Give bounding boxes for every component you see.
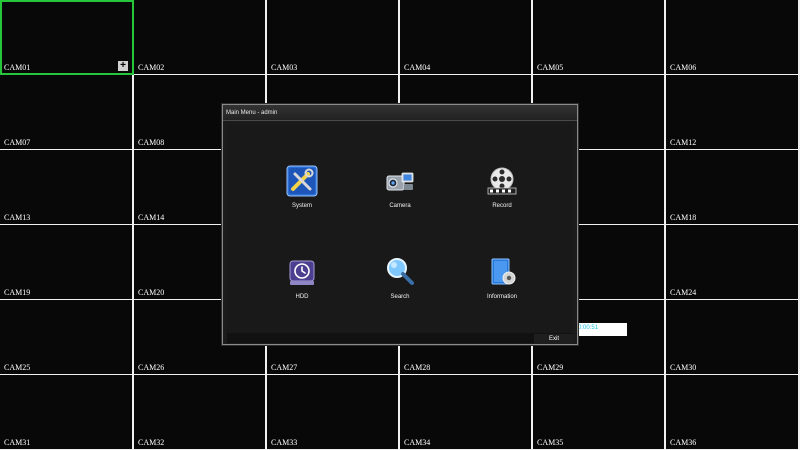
- camera-tile-label: CAM04: [404, 63, 431, 72]
- camera-tile[interactable]: CAM33: [267, 375, 400, 450]
- menu-item-hdd-label: HDD: [295, 294, 309, 300]
- camera-tile-label: CAM24: [670, 288, 697, 297]
- camera-tile[interactable]: CAM06: [666, 0, 800, 75]
- camera-tile-label: CAM03: [271, 63, 298, 72]
- camera-tile[interactable]: CAM12: [666, 75, 800, 150]
- main-menu-dialog: Main Menu - admin System Camera Record H…: [222, 104, 578, 345]
- osd-overlay-text: 0:00:51: [578, 325, 599, 331]
- camera-tile-label: CAM01: [4, 63, 31, 72]
- camera-tile-label: CAM27: [271, 363, 298, 372]
- camera-tile-label: CAM05: [537, 63, 564, 72]
- camera-tile-label: CAM13: [4, 213, 31, 222]
- menu-item-camera[interactable]: Camera: [365, 165, 435, 209]
- main-menu-title: Main Menu - admin: [223, 105, 577, 121]
- camera-tile-label: CAM19: [4, 288, 31, 297]
- camera-tile-label: CAM28: [404, 363, 431, 372]
- camera-tile-label: CAM32: [138, 438, 165, 447]
- camera-tile[interactable]: CAM36: [666, 375, 800, 450]
- camera-tile-label: CAM35: [537, 438, 564, 447]
- camera-tile[interactable]: CAM19: [0, 225, 134, 300]
- camera-tile[interactable]: CAM01 +: [0, 0, 134, 75]
- hdd-icon: [286, 256, 318, 288]
- information-icon: [486, 256, 518, 288]
- camera-tile[interactable]: CAM30: [666, 300, 800, 375]
- camera-tile[interactable]: CAM35: [533, 375, 666, 450]
- camera-tile[interactable]: CAM02: [134, 0, 267, 75]
- menu-item-hdd[interactable]: HDD: [267, 256, 337, 300]
- menu-item-record[interactable]: Record: [467, 165, 537, 209]
- camera-tile[interactable]: CAM18: [666, 150, 800, 225]
- camera-tile-label: CAM26: [138, 363, 165, 372]
- camera-tile-label: CAM06: [670, 63, 697, 72]
- main-menu-body: System Camera Record HDD Search Informat…: [227, 124, 573, 333]
- menu-item-system-label: System: [291, 203, 312, 209]
- camera-tile[interactable]: CAM34: [400, 375, 533, 450]
- camera-tile-label: CAM29: [537, 363, 564, 372]
- camera-tile-label: CAM20: [138, 288, 165, 297]
- menu-item-record-label: Record: [492, 203, 512, 209]
- camera-tile-label: CAM07: [4, 138, 31, 147]
- camera-tile-label: CAM25: [4, 363, 31, 372]
- camera-tile[interactable]: CAM04: [400, 0, 533, 75]
- system-tools-icon: [286, 165, 318, 197]
- camera-tile[interactable]: CAM31: [0, 375, 134, 450]
- main-menu-footer: [227, 333, 573, 343]
- magnifier-icon: [384, 256, 416, 288]
- camera-tile-label: CAM31: [4, 438, 31, 447]
- camera-tile[interactable]: CAM24: [666, 225, 800, 300]
- camera-tile-label: CAM18: [670, 213, 697, 222]
- exit-button[interactable]: Exit: [534, 334, 574, 344]
- camera-tile-label: CAM08: [138, 138, 165, 147]
- camera-tile[interactable]: CAM03: [267, 0, 400, 75]
- menu-item-information[interactable]: Information: [467, 256, 537, 300]
- add-camera-icon[interactable]: +: [118, 61, 128, 71]
- camera-tile-label: CAM33: [271, 438, 298, 447]
- menu-item-information-label: Information: [486, 294, 517, 300]
- camera-tile[interactable]: CAM13: [0, 150, 134, 225]
- menu-item-search-label: Search: [390, 294, 410, 300]
- camera-tile-label: CAM02: [138, 63, 165, 72]
- camera-tile-label: CAM36: [670, 438, 697, 447]
- film-reel-icon: [486, 165, 518, 197]
- camera-tile[interactable]: CAM25: [0, 300, 134, 375]
- camera-tile[interactable]: CAM07: [0, 75, 134, 150]
- camera-tile-label: CAM30: [670, 363, 697, 372]
- camera-tile-label: CAM34: [404, 438, 431, 447]
- camera-tile[interactable]: CAM32: [134, 375, 267, 450]
- camera-tile[interactable]: CAM05: [533, 0, 666, 75]
- camera-tile-label: CAM12: [670, 138, 697, 147]
- menu-item-search[interactable]: Search: [365, 256, 435, 300]
- menu-item-system[interactable]: System: [267, 165, 337, 209]
- menu-item-camera-label: Camera: [389, 203, 411, 209]
- camera-icon: [384, 165, 416, 197]
- camera-tile-label: CAM14: [138, 213, 165, 222]
